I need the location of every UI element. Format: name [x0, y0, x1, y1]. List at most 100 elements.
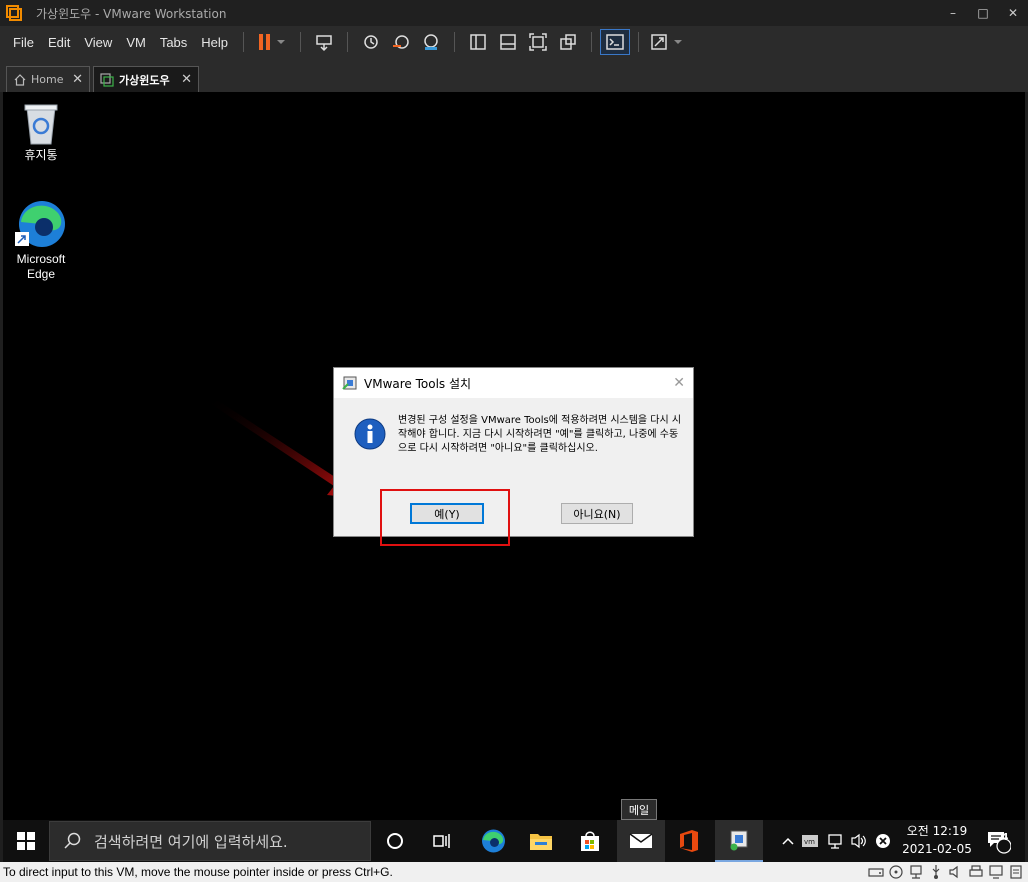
window-title: 가상윈도우 - VMware Workstation [36, 6, 227, 21]
mail-envelope-icon [629, 833, 653, 848]
cortana-circle-icon [387, 833, 403, 849]
tab-home[interactable]: Home ✕ [6, 66, 90, 92]
full-screen-button[interactable] [523, 29, 553, 55]
unity-icon [560, 34, 576, 50]
console-view-button[interactable] [600, 29, 631, 55]
cortana-button[interactable] [375, 820, 415, 862]
vmware-tools-setup-icon [342, 376, 357, 390]
thumbnail-panel-icon [500, 34, 516, 50]
vm-tab-icon [100, 72, 114, 87]
desktop-icon-recycle-bin[interactable]: 휴지통 [6, 100, 76, 163]
unity-button[interactable] [553, 29, 583, 55]
taskbar-file-explorer-button[interactable] [519, 820, 563, 862]
task-view-button[interactable] [421, 820, 465, 862]
toolbar-separator [347, 32, 349, 52]
toolbar-separator [243, 32, 245, 52]
terminal-icon [606, 34, 624, 50]
dialog-close-button[interactable]: ✕ [673, 375, 685, 391]
library-panel-icon [470, 34, 486, 50]
status-message: To direct input to this VM, move the mou… [3, 865, 393, 879]
revert-snapshot-icon [393, 35, 409, 49]
menu-help[interactable]: Help [194, 35, 235, 50]
clock-time: 오전 12:19 [906, 824, 968, 838]
error-circle-icon [876, 834, 890, 848]
tray-network-button[interactable] [825, 820, 845, 862]
svg-text:vm: vm [804, 838, 815, 846]
menu-edit[interactable]: Edit [41, 35, 77, 50]
taskbar-search-box[interactable]: 검색하려면 여기에 입력하세요. [49, 821, 371, 861]
taskbar-clock[interactable]: 오전 12:19 2021-02-05 [898, 822, 976, 858]
action-center-button[interactable]: 4 [981, 820, 1015, 862]
send-ctrl-alt-del-button[interactable] [309, 29, 339, 55]
minimize-button[interactable]: – [938, 0, 968, 26]
toolbar-separator [638, 32, 640, 52]
keyboard-send-icon [316, 35, 332, 52]
taskbar-edge-button[interactable] [471, 820, 515, 862]
snapshot-clock-icon [364, 35, 378, 49]
start-button[interactable] [3, 820, 49, 862]
cd-dvd-icon[interactable] [888, 864, 904, 880]
tab-home-close-button[interactable]: ✕ [72, 72, 83, 87]
tab-virtual-windows[interactable]: 가상윈도우 ✕ [93, 66, 199, 92]
show-thumbnail-button[interactable] [493, 29, 523, 55]
windows-logo-icon [17, 832, 35, 850]
tab-vm-label: 가상윈도우 [119, 73, 170, 87]
snapshot-manager-button[interactable] [416, 29, 446, 55]
taskbar-vmware-tools-setup-button[interactable] [715, 820, 763, 862]
clock-date: 2021-02-05 [902, 842, 972, 856]
mail-tooltip: 메일 [621, 799, 657, 820]
stretch-guest-button[interactable] [647, 29, 691, 55]
chevron-up-icon [782, 837, 794, 845]
maximize-button[interactable]: □ [968, 0, 998, 26]
store-bag-icon [581, 831, 599, 851]
vmware-app-icon [6, 5, 22, 21]
desktop-icon-edge[interactable]: Microsoft Edge [6, 198, 76, 282]
printer-icon[interactable] [968, 864, 984, 880]
menu-toolbar: File Edit View VM Tabs Help [0, 26, 1028, 58]
toolbar-separator [300, 32, 302, 52]
hard-disk-icon[interactable] [868, 864, 884, 880]
vmware-tools-setup-icon [730, 830, 748, 851]
search-placeholder: 검색하려면 여기에 입력하세요. [94, 832, 288, 851]
menu-tabs[interactable]: Tabs [153, 35, 194, 50]
dialog-title-bar: VMware Tools 설치 ✕ [334, 368, 693, 398]
revert-snapshot-button[interactable] [386, 29, 416, 55]
task-view-icon [433, 834, 450, 848]
menu-vm[interactable]: VM [119, 35, 153, 50]
desktop-icon-label: Microsoft Edge [16, 252, 66, 281]
show-library-button[interactable] [463, 29, 493, 55]
tray-volume-button[interactable] [848, 820, 870, 862]
dialog-message: 변경된 구성 설정을 VMware Tools에 적용하려면 시스템을 다시 시… [398, 415, 682, 454]
pause-icon [259, 34, 286, 50]
network-adapter-icon[interactable] [908, 864, 924, 880]
menu-file[interactable]: File [6, 35, 41, 50]
snapshot-manager-icon [424, 34, 438, 50]
taskbar-mail-button[interactable] [617, 820, 665, 862]
display-icon[interactable] [988, 864, 1004, 880]
no-button[interactable]: 아니요(N) [561, 503, 633, 524]
snapshot-button[interactable] [356, 29, 386, 55]
notification-count-badge: 4 [1001, 832, 1009, 843]
pause-button[interactable] [252, 29, 292, 55]
folder-icon [530, 834, 552, 850]
tab-vm-close-button[interactable]: ✕ [181, 72, 192, 87]
home-icon [14, 73, 26, 86]
windows-taskbar: 검색하려면 여기에 입력하세요. vm 오전 12:19 2021-02-05 … [3, 820, 1025, 862]
tray-status-button[interactable] [873, 820, 893, 862]
taskbar-office-button[interactable] [667, 820, 711, 862]
tab-bar: Home ✕ 가상윈도우 ✕ [0, 58, 1028, 92]
edge-icon [15, 201, 65, 247]
show-hidden-icons-button[interactable] [779, 820, 797, 862]
sound-card-icon[interactable] [948, 864, 964, 880]
recycle-bin-icon [24, 104, 58, 145]
close-button[interactable]: ✕ [998, 0, 1028, 26]
desktop-icon-label: 휴지통 [24, 148, 58, 162]
taskbar-store-button[interactable] [568, 820, 612, 862]
usb-device-icon[interactable] [928, 864, 944, 880]
menu-view[interactable]: View [77, 35, 119, 50]
message-log-icon[interactable] [1008, 864, 1024, 880]
network-icon [828, 834, 842, 849]
vmware-tray-icon: vm [802, 835, 818, 847]
tray-vmware-button[interactable]: vm [800, 820, 820, 862]
search-icon [64, 832, 81, 849]
